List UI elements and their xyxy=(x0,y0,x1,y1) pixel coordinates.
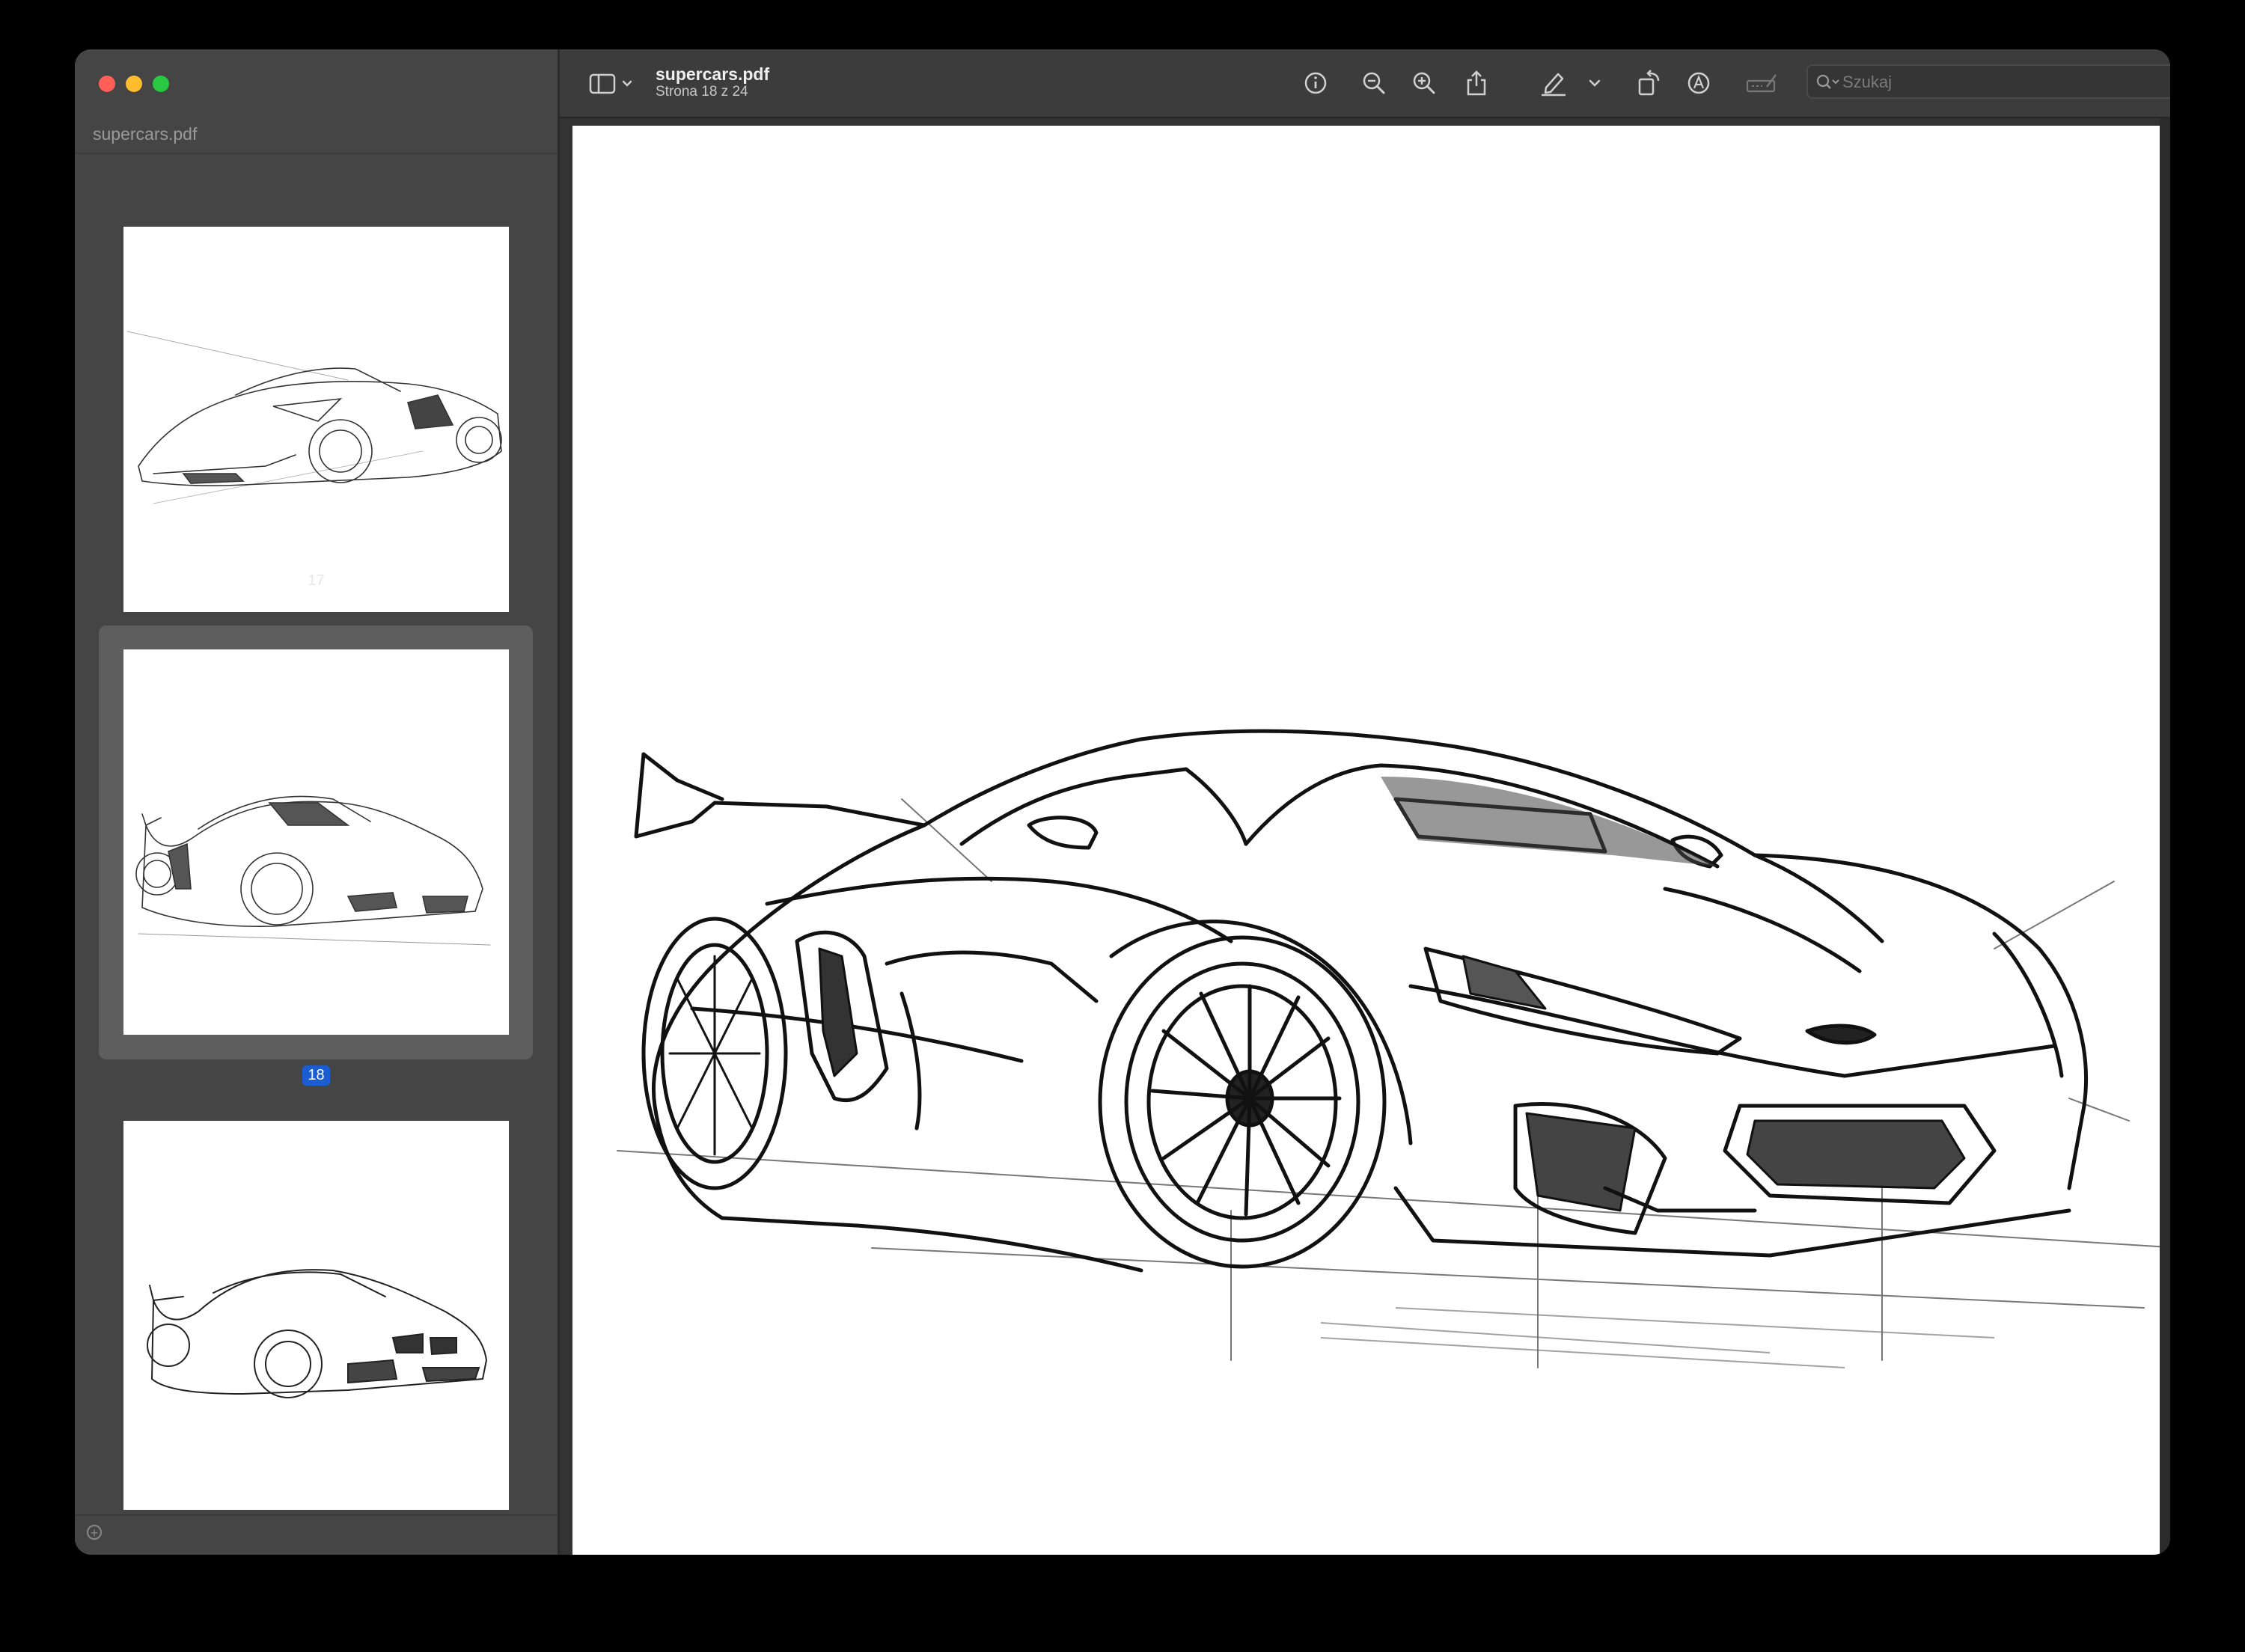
close-button[interactable] xyxy=(99,76,115,92)
sidebar-footer: + xyxy=(75,1514,558,1555)
markup-icon xyxy=(1687,72,1710,94)
thumbnail-sidebar: supercars.pdf 17 18 + xyxy=(75,49,560,1555)
highlight-pen-icon xyxy=(1542,73,1566,97)
preview-window: supercars.pdf 17 18 + supercars.pdf Stro… xyxy=(75,49,2170,1555)
form-fill-icon xyxy=(1746,74,1777,93)
car-sketch-thumbnail xyxy=(147,1269,488,1398)
supercar-line-drawing xyxy=(617,729,2160,1368)
document-title: supercars.pdf Strona 18 z 24 xyxy=(656,64,769,100)
vertical-scrollbar[interactable] xyxy=(2160,118,2170,1555)
document-view[interactable] xyxy=(560,118,2170,1555)
sidebar-toggle-button[interactable] xyxy=(587,66,639,100)
sidebar-title: supercars.pdf xyxy=(93,124,198,144)
rotate-icon xyxy=(1638,70,1660,96)
thumbnail-item[interactable] xyxy=(75,1119,558,1516)
share-icon xyxy=(1467,70,1486,96)
thumbnail-item[interactable]: 17 xyxy=(75,154,558,612)
zoom-out-icon xyxy=(1363,72,1385,94)
page-indicator: Strona 18 z 24 xyxy=(656,84,748,100)
search-input[interactable] xyxy=(1841,70,2170,94)
document-name: supercars.pdf xyxy=(656,64,770,84)
page-thumbnail[interactable] xyxy=(123,649,509,1035)
page-thumbnail[interactable] xyxy=(123,1121,509,1510)
pdf-page[interactable] xyxy=(572,126,2160,1555)
share-button[interactable] xyxy=(1461,66,1491,100)
page-thumbnail[interactable] xyxy=(123,227,509,612)
page-number: 17 xyxy=(308,572,325,589)
chevron-down-icon xyxy=(1589,79,1601,87)
form-fill-button[interactable] xyxy=(1744,66,1781,100)
zoom-in-button[interactable] xyxy=(1409,66,1439,100)
search-icon xyxy=(1816,74,1839,89)
toolbar: supercars.pdf Strona 18 z 24 xyxy=(560,49,2170,118)
maximize-button[interactable] xyxy=(153,76,169,92)
window-controls xyxy=(99,76,169,92)
thumbnail-list[interactable]: 17 18 xyxy=(75,154,558,1516)
thumbnail-item[interactable]: 18 xyxy=(75,625,558,1119)
car-sketch-thumbnail xyxy=(135,795,491,946)
search-field[interactable] xyxy=(1806,64,2170,99)
add-page-icon[interactable]: + xyxy=(87,1525,102,1541)
car-sketch-thumbnail xyxy=(126,331,502,504)
zoom-out-button[interactable] xyxy=(1359,66,1389,100)
sidebar-toggle-icon xyxy=(589,73,632,94)
highlight-button[interactable] xyxy=(1537,66,1570,100)
minimize-button[interactable] xyxy=(126,76,142,92)
page-number: 18 xyxy=(75,1065,558,1086)
markup-button[interactable] xyxy=(1684,66,1714,100)
highlight-options-button[interactable] xyxy=(1583,66,1606,100)
rotate-button[interactable] xyxy=(1634,66,1664,100)
info-icon xyxy=(1304,72,1327,94)
zoom-in-icon xyxy=(1413,72,1435,94)
info-button[interactable] xyxy=(1301,66,1331,100)
